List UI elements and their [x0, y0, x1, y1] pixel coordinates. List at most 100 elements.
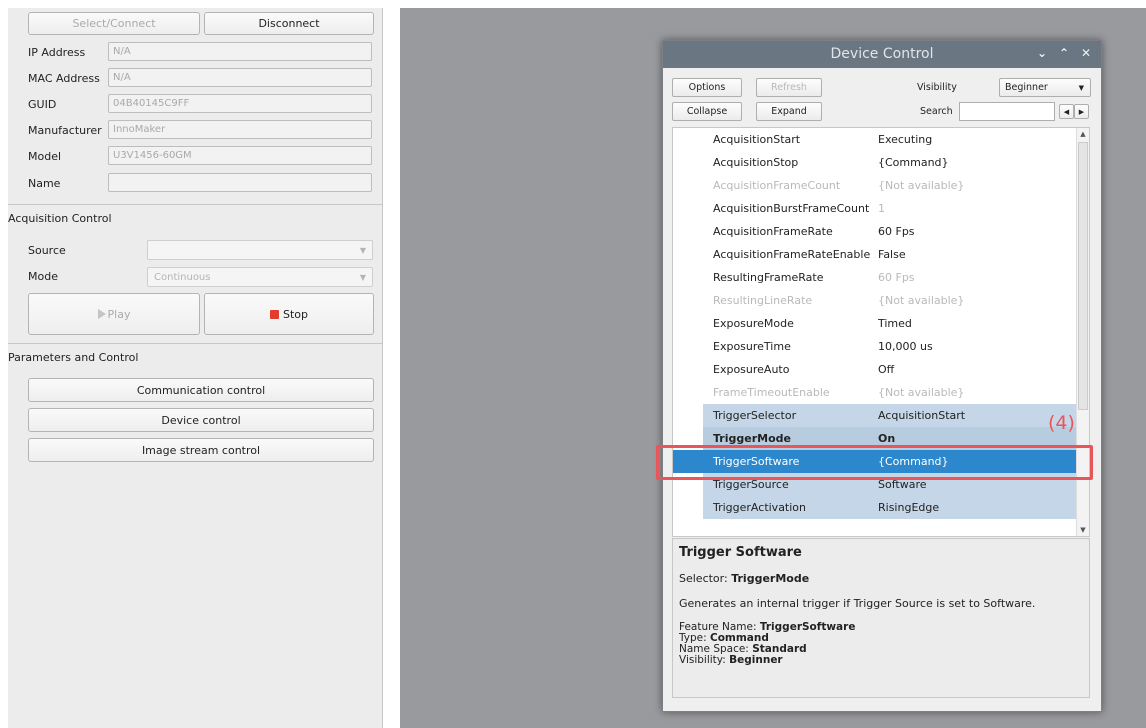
- feature-name: AcquisitionFrameCount: [713, 179, 841, 192]
- feature-name: ExposureMode: [713, 317, 794, 330]
- stop-button[interactable]: Stop: [204, 293, 374, 335]
- guid-label: GUID: [28, 98, 57, 111]
- description-heading: Trigger Software: [679, 545, 802, 560]
- dialog-title: Device Control: [830, 46, 934, 62]
- search-prev-button[interactable]: ◀: [1059, 104, 1074, 119]
- divider: [8, 204, 382, 205]
- device-control-button[interactable]: Device control: [28, 408, 374, 432]
- maximize-icon[interactable]: ⌃: [1059, 46, 1069, 60]
- feature-name: FrameTimeoutEnable: [713, 386, 830, 399]
- feature-value: {Command}: [878, 156, 949, 169]
- tree-row[interactable]: ExposureTime 10,000 us: [673, 335, 1077, 358]
- options-button[interactable]: Options: [672, 78, 742, 97]
- feature-value: 60 Fps: [878, 271, 915, 284]
- feature-name: AcquisitionBurstFrameCount: [713, 202, 870, 215]
- left-panel: Select/Connect Disconnect IP Address N/A…: [8, 8, 383, 728]
- model-field[interactable]: U3V1456-60GM: [108, 146, 372, 165]
- tree-row[interactable]: ResultingLineRate {Not available}: [673, 289, 1077, 312]
- divider: [8, 343, 382, 344]
- source-label: Source: [28, 244, 66, 257]
- parameters-control-title: Parameters and Control: [8, 351, 139, 364]
- manufacturer-label: Manufacturer: [28, 124, 102, 137]
- tree-row[interactable]: AcquisitionFrameRateEnable False: [673, 243, 1077, 266]
- feature-name: ResultingLineRate: [713, 294, 813, 307]
- feature-value: Executing: [878, 133, 933, 146]
- highlight-box: [656, 445, 1093, 480]
- annotation-label: (4): [1048, 412, 1075, 434]
- ip-address-field[interactable]: N/A: [108, 42, 372, 61]
- feature-name: AcquisitionFrameRate: [713, 225, 833, 238]
- disconnect-button[interactable]: Disconnect: [204, 12, 374, 35]
- feature-name: TriggerSelector: [713, 409, 797, 422]
- tree-row[interactable]: FrameTimeoutEnable {Not available}: [673, 381, 1077, 404]
- manufacturer-field[interactable]: InnoMaker: [108, 120, 372, 139]
- tree-row[interactable]: TriggerSelector AcquisitionStart: [703, 404, 1077, 427]
- scroll-down-icon[interactable]: ▼: [1077, 524, 1089, 536]
- refresh-button[interactable]: Refresh: [756, 78, 822, 97]
- device-control-dialog: Device Control ⌄ ⌃ ✕ Options Refresh Vis…: [662, 40, 1102, 712]
- search-next-button[interactable]: ▶: [1074, 104, 1089, 119]
- play-icon: [97, 309, 106, 319]
- feature-value: 1: [878, 202, 885, 215]
- feature-value: Off: [878, 363, 895, 376]
- feature-name: ResultingFrameRate: [713, 271, 824, 284]
- feature-name: AcquisitionStop: [713, 156, 799, 169]
- communication-control-button[interactable]: Communication control: [28, 378, 374, 402]
- acquisition-control-title: Acquisition Control: [8, 212, 112, 225]
- feature-value: {Not available}: [878, 294, 965, 307]
- dialog-titlebar[interactable]: Device Control ⌄ ⌃ ✕: [663, 41, 1101, 68]
- feature-value: AcquisitionStart: [878, 409, 966, 422]
- name-field[interactable]: [108, 173, 372, 192]
- description-text: Generates an internal trigger if Trigger…: [679, 597, 1036, 610]
- tree-row[interactable]: ResultingFrameRate 60 Fps: [673, 266, 1077, 289]
- play-button[interactable]: Play: [28, 293, 200, 335]
- chevron-down-icon: ▼: [359, 246, 366, 255]
- source-select[interactable]: ▼: [147, 240, 373, 260]
- chevron-down-icon: ▼: [359, 273, 366, 282]
- visibility-label: Visibility: [917, 82, 957, 93]
- mode-value: Continuous: [154, 272, 211, 283]
- visibility-value: Beginner: [1005, 82, 1048, 93]
- search-input[interactable]: [959, 102, 1055, 121]
- feature-name: AcquisitionStart: [713, 133, 801, 146]
- model-label: Model: [28, 150, 62, 163]
- expand-button[interactable]: Expand: [756, 102, 822, 121]
- feature-name: TriggerActivation: [713, 501, 807, 514]
- feature-name: ExposureAuto: [713, 363, 790, 376]
- description-meta: Feature Name: TriggerSoftware Type: Comm…: [679, 621, 856, 666]
- tree-row[interactable]: AcquisitionBurstFrameCount 1: [673, 197, 1077, 220]
- play-label: Play: [107, 307, 131, 321]
- select-connect-button[interactable]: Select/Connect: [28, 12, 200, 35]
- scroll-thumb[interactable]: [1078, 142, 1088, 410]
- collapse-button[interactable]: Collapse: [672, 102, 742, 121]
- close-icon[interactable]: ✕: [1081, 46, 1091, 60]
- stop-icon: [269, 309, 279, 319]
- visibility-select[interactable]: Beginner ▼: [999, 78, 1091, 97]
- search-label: Search: [920, 106, 953, 117]
- image-stream-control-button[interactable]: Image stream control: [28, 438, 374, 462]
- feature-value: {Not available}: [878, 386, 965, 399]
- scroll-up-icon[interactable]: ▲: [1077, 128, 1089, 140]
- feature-value: 10,000 us: [878, 340, 933, 353]
- minimize-icon[interactable]: ⌄: [1037, 46, 1047, 60]
- feature-name: AcquisitionFrameRateEnable: [713, 248, 871, 261]
- tree-row[interactable]: AcquisitionFrameRate 60 Fps: [673, 220, 1077, 243]
- mode-label: Mode: [28, 270, 58, 283]
- name-label: Name: [28, 177, 61, 190]
- tree-row[interactable]: ExposureAuto Off: [673, 358, 1077, 381]
- mode-select[interactable]: Continuous ▼: [147, 267, 373, 287]
- mac-address-field[interactable]: N/A: [108, 68, 372, 87]
- tree-row[interactable]: AcquisitionStart Executing: [673, 128, 1077, 151]
- description-selector: Selector: TriggerMode: [679, 572, 810, 585]
- tree-row[interactable]: TriggerActivation RisingEdge: [703, 496, 1077, 519]
- tree-row[interactable]: ExposureMode Timed: [673, 312, 1077, 335]
- chevron-down-icon: ▼: [1078, 83, 1084, 92]
- tree-row[interactable]: AcquisitionStop {Command}: [673, 151, 1077, 174]
- mac-address-label: MAC Address: [28, 72, 100, 85]
- tree-row[interactable]: AcquisitionFrameCount {Not available}: [673, 174, 1077, 197]
- feature-value: False: [878, 248, 906, 261]
- feature-description-panel: Trigger Software Selector: TriggerMode G…: [672, 538, 1090, 698]
- guid-field[interactable]: 04B40145C9FF: [108, 94, 372, 113]
- stop-label: Stop: [282, 307, 308, 321]
- feature-value: 60 Fps: [878, 225, 915, 238]
